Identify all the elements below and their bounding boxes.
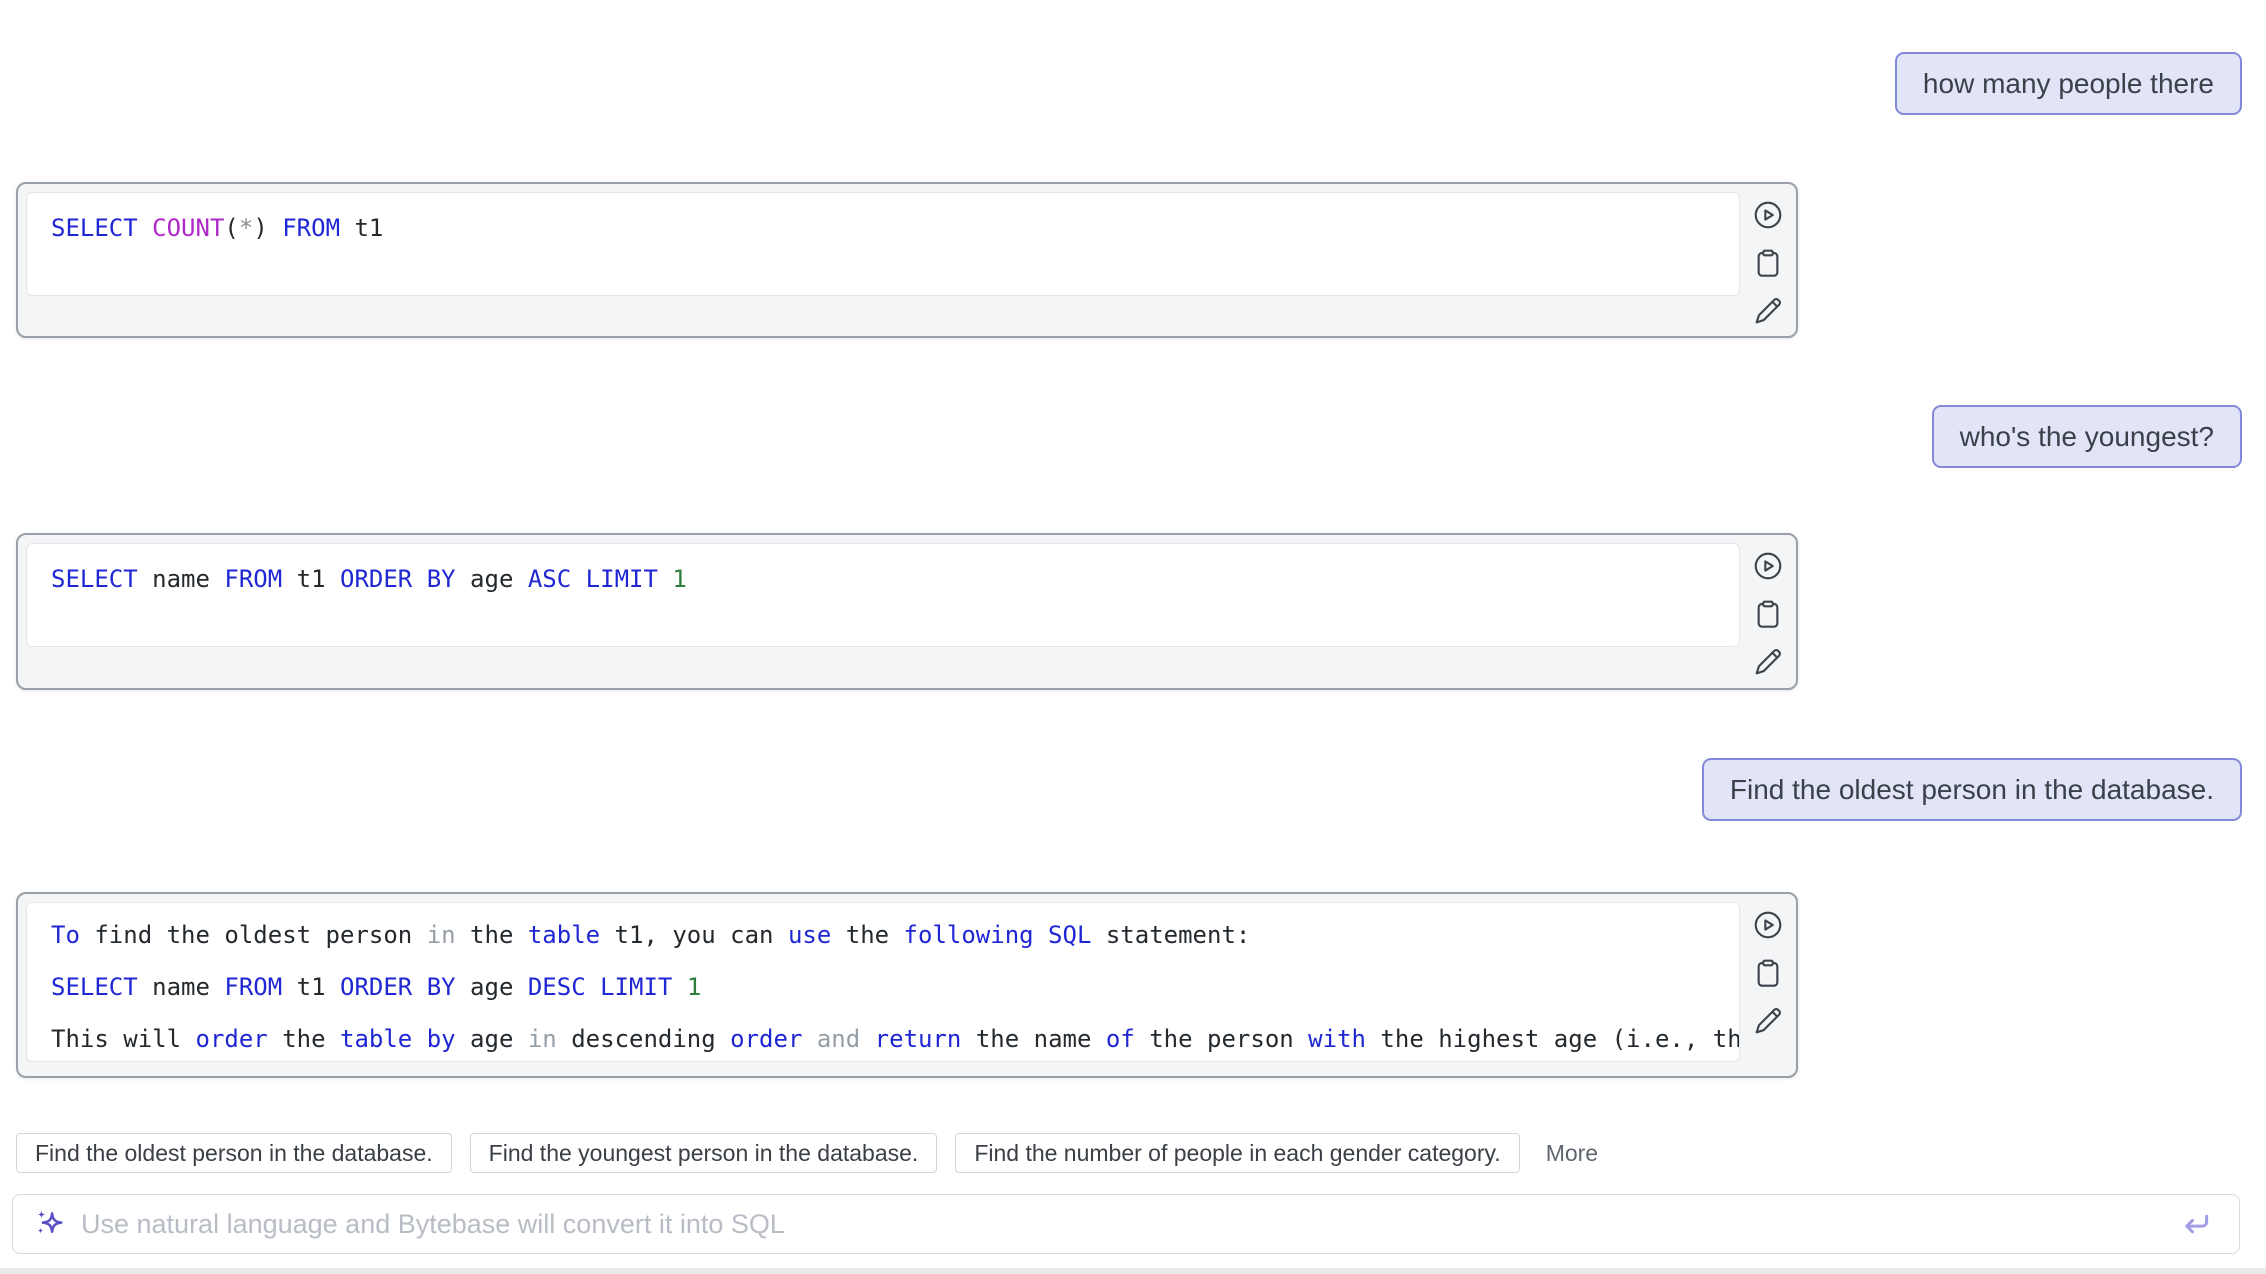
code-line: SELECT name FROM t1 ORDER BY age ASC LIM… [51,561,1739,597]
copy-sql-button[interactable] [1752,248,1784,280]
user-message-text: how many people there [1923,68,2214,99]
assistant-response-block: SELECT name FROM t1 ORDER BY age ASC LIM… [16,533,1798,690]
code-line: This will order the table by age in desc… [51,1013,1739,1062]
more-button[interactable]: More [1546,1140,1598,1167]
block-toolbar [1748,200,1788,328]
clipboard-icon [1752,247,1784,282]
suggestion-button[interactable]: Find the oldest person in the database. [16,1133,452,1173]
user-message-text: who's the youngest? [1960,421,2214,452]
suggestion-button[interactable]: Find the number of people in each gender… [955,1133,1519,1173]
play-circle-icon [1752,199,1784,234]
run-sql-button[interactable] [1752,200,1784,232]
code-line: To find the oldest person in the table t… [51,909,1739,961]
nl-to-sql-input[interactable] [81,1209,2179,1240]
sparkles-icon [33,1207,67,1241]
run-sql-button[interactable] [1752,551,1784,583]
user-message-bubble: Find the oldest person in the database. [1702,758,2242,821]
sql-code-area: SELECT name FROM t1 ORDER BY age ASC LIM… [26,543,1740,647]
suggested-prompts: Find the oldest person in the database. … [16,1133,1598,1173]
play-circle-icon [1752,909,1784,944]
enter-return-icon [2179,1229,2213,1244]
play-circle-icon [1752,550,1784,585]
run-sql-button[interactable] [1752,910,1784,942]
prompt-composer[interactable] [12,1194,2240,1254]
block-toolbar [1748,551,1788,679]
clipboard-icon [1752,598,1784,633]
edit-sql-button[interactable] [1752,647,1784,679]
code-line: SELECT name FROM t1 ORDER BY age DESC LI… [51,961,1739,1013]
bottom-divider [0,1268,2266,1274]
submit-enter-button[interactable] [2179,1207,2213,1241]
edit-sql-button[interactable] [1752,1006,1784,1038]
copy-sql-button[interactable] [1752,599,1784,631]
user-message-bubble: who's the youngest? [1932,405,2242,468]
pencil-icon [1752,1005,1784,1040]
code-line: SELECT COUNT(*) FROM t1 [51,210,1739,246]
assistant-response-block: SELECT COUNT(*) FROM t1 [16,182,1798,338]
suggestion-button[interactable]: Find the youngest person in the database… [470,1133,938,1173]
edit-sql-button[interactable] [1752,296,1784,328]
assistant-response-block: To find the oldest person in the table t… [16,892,1798,1078]
sql-chat-panel: how many people there SELECT COUNT(*) FR… [0,0,2266,1274]
user-message-bubble: how many people there [1895,52,2242,115]
sql-code-area: To find the oldest person in the table t… [26,902,1740,1062]
pencil-icon [1752,295,1784,330]
sql-code-area: SELECT COUNT(*) FROM t1 [26,192,1740,296]
copy-sql-button[interactable] [1752,958,1784,990]
user-message-text: Find the oldest person in the database. [1730,774,2214,805]
block-toolbar [1748,910,1788,1038]
pencil-icon [1752,646,1784,681]
clipboard-icon [1752,957,1784,992]
